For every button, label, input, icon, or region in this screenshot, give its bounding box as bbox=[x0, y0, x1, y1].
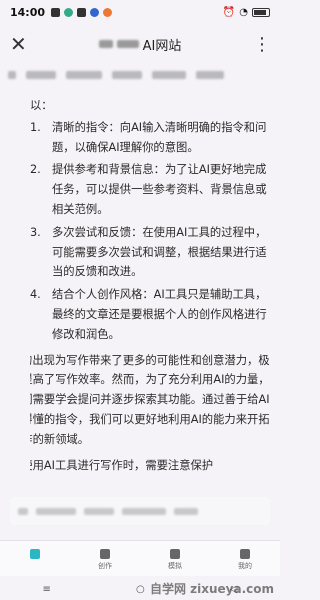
redacted-text bbox=[8, 71, 16, 79]
more-options-button[interactable]: ⋮ bbox=[246, 34, 271, 55]
list-text: 结合个人创作风格：AI工具只是辅助工具，最终的文章还是要根据个人的创作风格进行修… bbox=[52, 288, 267, 341]
app-icon bbox=[90, 7, 100, 17]
list-text: 清晰的指令：向AI输入清晰明确的指令和问题，以确保AI理解你的意图。 bbox=[52, 120, 267, 154]
tab-label: 创作 bbox=[98, 561, 112, 570]
list-number: 3. bbox=[30, 225, 41, 239]
list-number: 1. bbox=[30, 120, 41, 134]
tab-simulate[interactable]: 模拟 bbox=[150, 548, 200, 570]
wifi-icon: ◔ bbox=[239, 6, 248, 18]
list-item: 2. 提供参考和背景信息：为了让AI更好地完成任务，可以提供一些参考资料、背景信… bbox=[30, 160, 270, 219]
tab-profile[interactable]: 我的 bbox=[220, 548, 270, 570]
page-header: ✕ AI网站 ⋮ bbox=[0, 26, 280, 62]
wechat-icon bbox=[64, 7, 74, 17]
app-icon bbox=[77, 7, 87, 17]
tips-list: 1. 清晰的指令：向AI输入清晰明确的指令和问题，以确保AI理解你的意图。 2.… bbox=[30, 118, 270, 345]
redacted-text bbox=[18, 507, 28, 515]
paragraph: AI的出现为写作带来了更多的可能性和创意潜力，极大提高了写作效率。然而，为了充分… bbox=[30, 353, 270, 446]
redacted-text bbox=[112, 71, 142, 79]
list-item: 4. 结合个人创作风格：AI工具只是辅助工具，最终的文章还是要根据个人的创作风格… bbox=[30, 285, 270, 344]
status-bar: 14:00 ⏰ ◔ bbox=[0, 0, 280, 24]
redacted-bar[interactable] bbox=[10, 497, 270, 525]
list-item: 1. 清晰的指令：向AI输入清晰明确的指令和问题，以确保AI理解你的意图。 bbox=[30, 118, 270, 158]
list-number: 2. bbox=[30, 163, 41, 177]
battery-icon bbox=[252, 7, 270, 17]
redacted-text bbox=[116, 40, 139, 48]
system-icons: ⏰ ◔ bbox=[223, 7, 270, 18]
article-content: 以： 1. 清晰的指令：向AI输入清晰明确的指令和问题，以确保AI理解你的意图。… bbox=[30, 96, 270, 496]
list-text: 提供参考和背景信息：为了让AI更好地完成任务，可以提供一些参考资料、背景信息或相… bbox=[52, 163, 267, 216]
lead-text: 以： bbox=[30, 99, 53, 112]
redacted-text bbox=[196, 71, 224, 79]
tab-home[interactable] bbox=[10, 548, 60, 569]
close-button[interactable]: ✕ bbox=[10, 34, 34, 54]
redacted-text bbox=[84, 507, 114, 515]
home-icon bbox=[30, 548, 40, 559]
back-button[interactable]: ◁ bbox=[230, 584, 238, 595]
menu-button[interactable]: ≡ bbox=[43, 584, 51, 595]
page-title: AI网站 bbox=[34, 35, 246, 54]
paragraph: 在使用AI工具进行写作时，需要注意保护 bbox=[30, 458, 214, 472]
list-item: 3. 多次尝试和反馈：在使用AI工具的过程中，可能需要多次尝试和调整，根据结果进… bbox=[30, 223, 270, 282]
notification-icons bbox=[51, 7, 113, 17]
list-text: 多次尝试和反馈：在使用AI工具的过程中，可能需要多次尝试和调整，根据结果进行适当… bbox=[52, 225, 267, 279]
status-time: 14:00 bbox=[10, 5, 46, 19]
tab-label: 模拟 bbox=[168, 561, 182, 570]
system-nav-bar: ≡ ○ ◁ bbox=[0, 578, 280, 600]
list-number: 4. bbox=[30, 288, 41, 302]
app-icon bbox=[51, 7, 61, 17]
redacted-text bbox=[98, 40, 113, 48]
bottom-tab-bar: 创作 模拟 我的 bbox=[0, 540, 280, 576]
tab-create[interactable]: 创作 bbox=[80, 548, 130, 570]
redacted-text bbox=[66, 71, 102, 79]
redacted-text bbox=[122, 507, 166, 515]
redacted-text bbox=[26, 71, 56, 79]
redacted-text bbox=[152, 71, 186, 79]
app-icon bbox=[103, 7, 113, 17]
page-title-text: AI网站 bbox=[142, 38, 182, 54]
redacted-text bbox=[36, 507, 76, 515]
create-icon bbox=[100, 548, 110, 559]
tab-label: 我的 bbox=[238, 561, 252, 570]
redacted-breadcrumb bbox=[0, 62, 280, 88]
simulate-icon bbox=[170, 548, 180, 559]
home-button[interactable]: ○ bbox=[136, 584, 145, 595]
redacted-text bbox=[174, 507, 198, 515]
profile-icon bbox=[240, 548, 250, 559]
alarm-icon: ⏰ bbox=[222, 6, 236, 18]
